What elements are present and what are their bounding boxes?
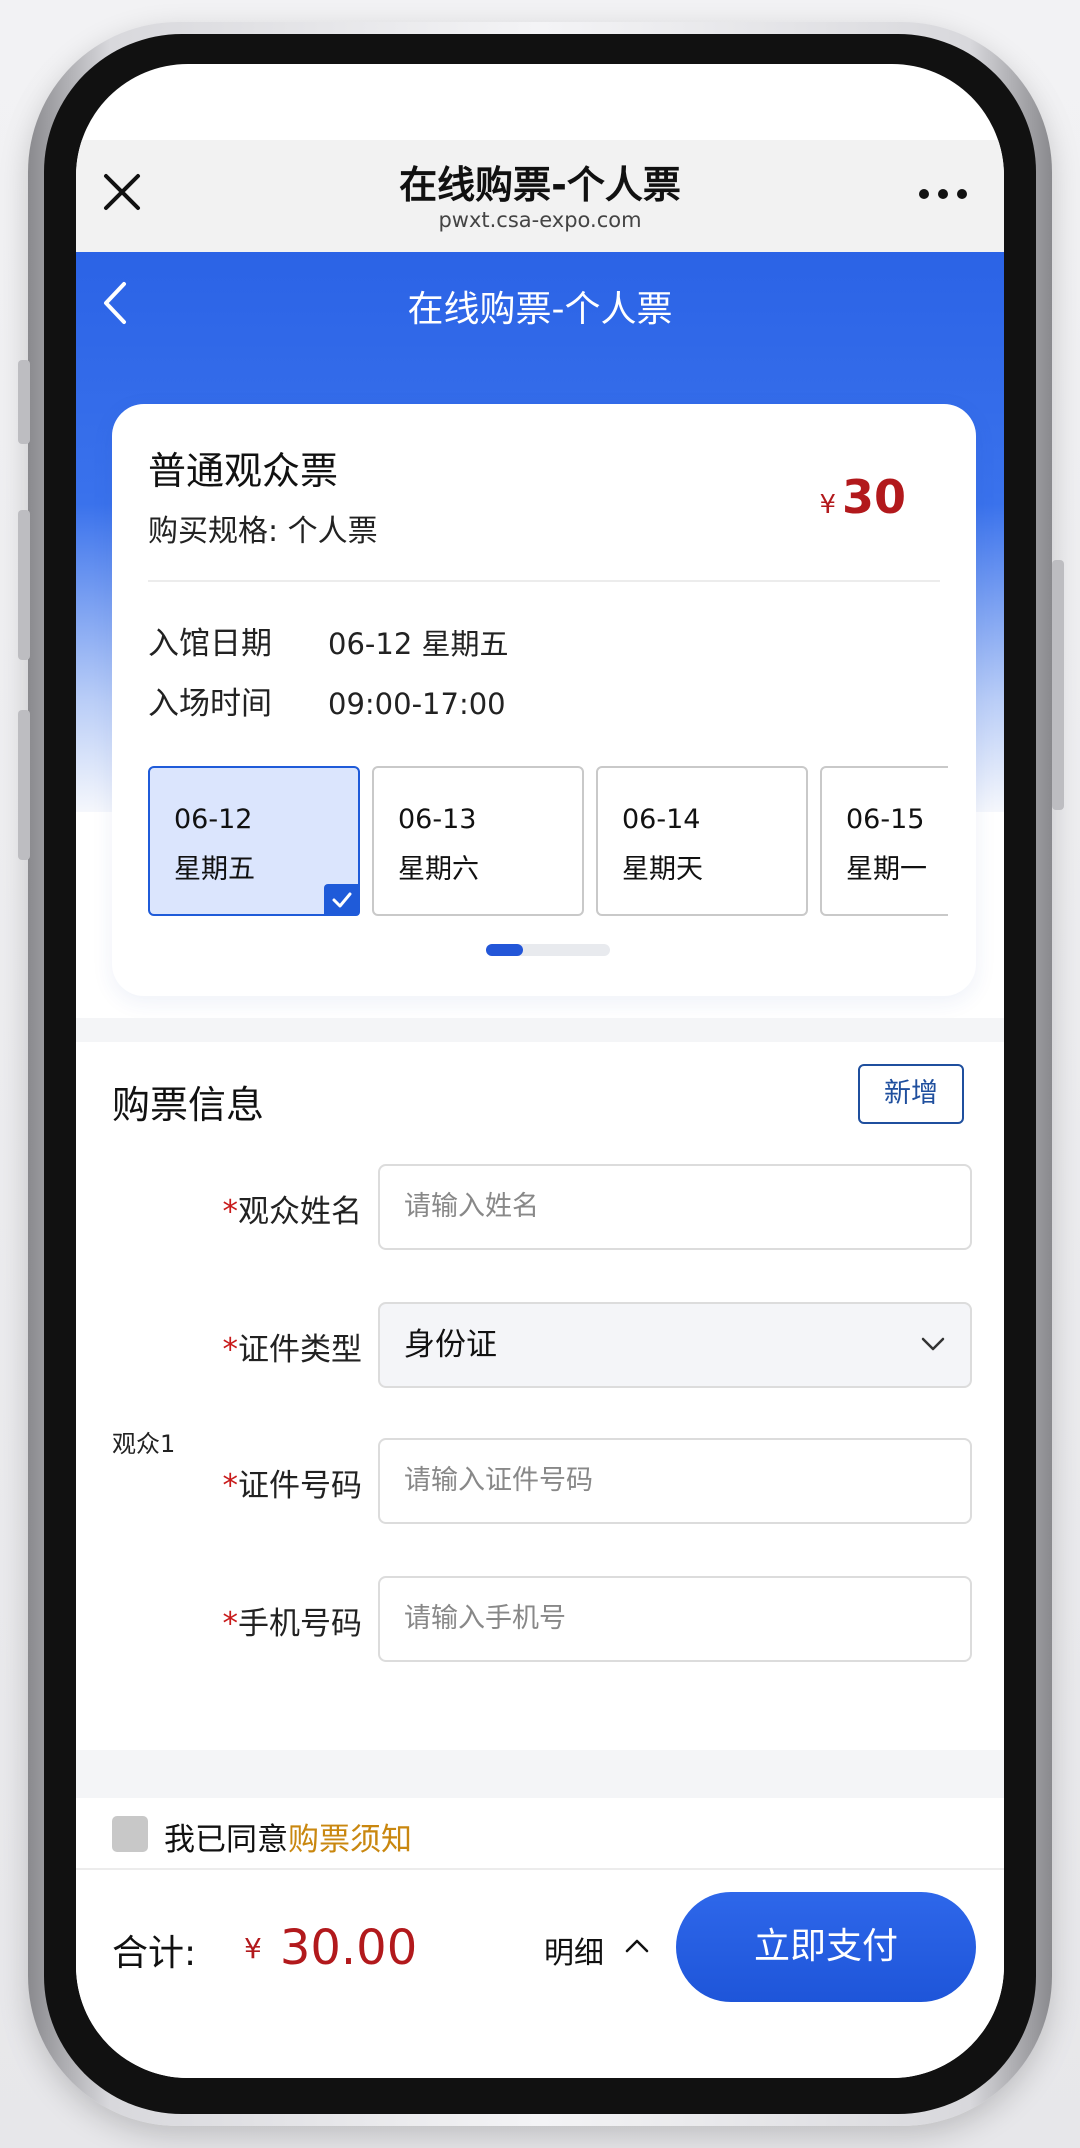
selected-check-icon [324, 884, 360, 916]
volume-down-button [18, 710, 30, 860]
chevron-up-icon[interactable] [624, 1936, 650, 1956]
device-frame: 在线购票-个人票 pwxt.csa-expo.com 在线购票-个人票 普通观众… [0, 0, 1080, 2148]
more-icon[interactable] [918, 188, 968, 200]
add-viewer-button[interactable]: 新增 [858, 1064, 964, 1124]
mini-program-bar: 在线购票-个人票 pwxt.csa-expo.com [76, 140, 1004, 252]
viewer-index-label: 观众1 [112, 1430, 176, 1458]
date-option-date: 06-12 [174, 804, 253, 835]
mute-switch [18, 360, 30, 444]
agreement-prefix: 我已同意 [164, 1822, 288, 1858]
date-option-date: 06-13 [398, 804, 477, 835]
entry-date-label: 入馆日期 [148, 626, 272, 662]
scroll-indicator-thumb [486, 944, 524, 956]
date-selector[interactable]: 06-12 星期五 06-13 星期六 06-14 星期天 06-15 星期一 [148, 766, 948, 918]
page-title: 在线购票-个人票 [407, 289, 673, 330]
section-gap [76, 1750, 1004, 1798]
phone-input[interactable]: 请输入手机号 [378, 1576, 972, 1662]
section-gap [76, 1018, 1004, 1042]
id-type-label-text: 证件类型 [238, 1332, 362, 1368]
total-amount: ¥30.00 [244, 1920, 417, 1976]
date-option-weekday: 星期天 [622, 854, 703, 885]
date-option-0612[interactable]: 06-12 星期五 [148, 766, 360, 916]
required-mark: * [222, 1332, 239, 1368]
name-field-label: *观众姓名 [200, 1186, 363, 1231]
id-type-select[interactable]: 身份证 [378, 1302, 972, 1388]
agreement-text: 我已同意购票须知 [164, 1814, 412, 1859]
mini-program-url: pwxt.csa-expo.com [438, 208, 642, 232]
name-placeholder: 请输入姓名 [404, 1191, 539, 1222]
mini-program-title: 在线购票-个人票 [399, 163, 681, 207]
date-scroll-indicator [486, 944, 610, 956]
pay-now-button[interactable]: 立即支付 [676, 1892, 976, 2002]
power-button [1052, 560, 1064, 810]
date-option-weekday: 星期一 [846, 854, 927, 885]
ticket-notice-link[interactable]: 购票须知 [288, 1822, 412, 1858]
checkout-bar: 合计: ¥30.00 明细 立即支付 [76, 1868, 1004, 2078]
entry-date-value: 06-12 星期五 [328, 627, 509, 661]
detail-toggle[interactable]: 明细 [544, 1928, 604, 1972]
required-mark: * [222, 1606, 239, 1642]
purchase-info-title: 购票信息 [112, 1083, 265, 1127]
required-mark: * [222, 1194, 239, 1230]
volume-up-button [18, 510, 30, 660]
date-option-weekday: 星期六 [398, 854, 479, 885]
entry-date-row: 入馆日期 06-12 星期五 [148, 618, 509, 663]
ticket-price: ¥30 [819, 470, 906, 524]
entry-time-row: 入场时间 09:00-17:00 [148, 678, 506, 723]
entry-time-label: 入场时间 [148, 686, 272, 722]
ticket-name: 普通观众票 [148, 449, 339, 493]
currency-symbol: ¥ [244, 1932, 262, 1965]
ticket-spec: 购买规格: 个人票 [148, 514, 378, 549]
date-option-date: 06-14 [622, 804, 701, 835]
date-option-date: 06-15 [846, 804, 925, 835]
id-type-value: 身份证 [404, 1327, 497, 1363]
total-label: 合计: [112, 1933, 197, 1974]
entry-time-value: 09:00-17:00 [328, 687, 506, 721]
name-label-text: 观众姓名 [238, 1194, 362, 1230]
viewer-name-input[interactable]: 请输入姓名 [378, 1164, 972, 1250]
ticket-card: 普通观众票 购买规格: 个人票 ¥30 入馆日期 06-12 星期五 入场时间 09… [112, 404, 976, 996]
phone-label-text: 手机号码 [238, 1606, 362, 1642]
required-mark: * [222, 1468, 239, 1504]
agreement-checkbox[interactable] [112, 1816, 148, 1852]
id-number-input[interactable]: 请输入证件号码 [378, 1438, 972, 1524]
currency-symbol: ¥ [819, 490, 836, 520]
id-type-field-label: *证件类型 [200, 1324, 363, 1369]
id-number-label-text: 证件号码 [238, 1468, 362, 1504]
date-option-0614[interactable]: 06-14 星期天 [596, 766, 808, 916]
price-value: 30 [841, 470, 906, 524]
screen: 在线购票-个人票 pwxt.csa-expo.com 在线购票-个人票 普通观众… [76, 64, 1004, 2078]
date-option-weekday: 星期五 [174, 854, 255, 885]
date-option-0613[interactable]: 06-13 星期六 [372, 766, 584, 916]
id-number-field-label: *证件号码 [200, 1460, 363, 1505]
chevron-down-icon [921, 1337, 945, 1351]
phone-placeholder: 请输入手机号 [404, 1603, 566, 1634]
phone-field-label: *手机号码 [200, 1598, 363, 1643]
id-number-placeholder: 请输入证件号码 [404, 1465, 593, 1496]
divider [148, 580, 940, 582]
total-value: 30.00 [279, 1920, 418, 1976]
date-option-0615[interactable]: 06-15 星期一 [820, 766, 948, 916]
